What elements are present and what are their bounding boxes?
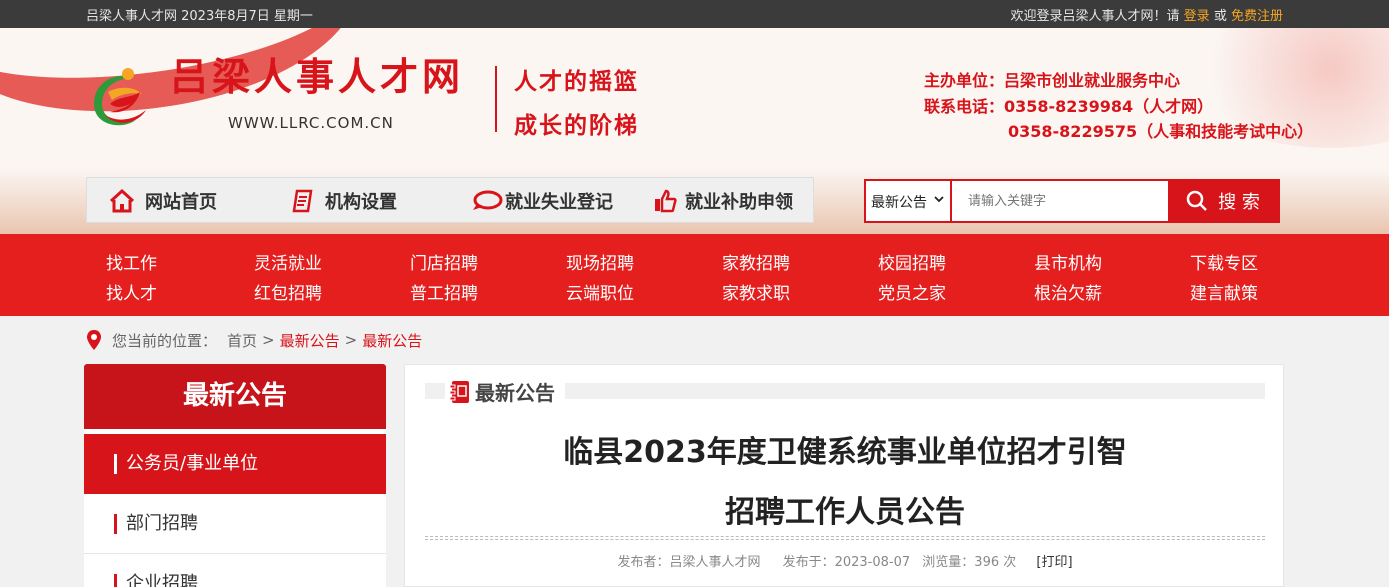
host-unit: 主办单位：吕梁市创业就业服务中心: [924, 71, 1181, 90]
nav-subsidy-application[interactable]: 就业补助申领: [653, 178, 793, 224]
search-input[interactable]: [954, 181, 1170, 221]
nav-general-worker-recruitment[interactable]: 普工招聘: [410, 279, 478, 304]
nav-party-members-home[interactable]: 党员之家: [878, 279, 946, 304]
print-link[interactable]: [打印]: [1036, 555, 1072, 570]
search-category-value: 最新公告: [871, 195, 927, 211]
nav-campus-recruitment[interactable]: 校园招聘: [878, 249, 946, 274]
nav-county-institutions[interactable]: 县市机构: [1034, 249, 1102, 274]
login-link[interactable]: 登录: [1184, 9, 1210, 24]
sidebar: 最新公告 公务员/事业单位 部门招聘 企业招聘: [84, 364, 386, 587]
nav-employment-registration-label: 就业失业登记: [505, 192, 613, 213]
sidebar-title: 最新公告: [84, 364, 386, 429]
nav-store-recruitment[interactable]: 门店招聘: [410, 249, 478, 274]
nav-organization[interactable]: 机构设置: [291, 178, 397, 224]
notebook-icon: [449, 380, 469, 403]
welcome-text: 欢迎登录吕梁人事人才网！请: [1010, 9, 1180, 24]
site-logo-icon[interactable]: [88, 64, 152, 130]
search-button[interactable]: 搜 索: [1168, 181, 1278, 221]
contact-phone-1: 联系电话：0358-8239984（人才网）: [924, 97, 1214, 116]
home-icon: [109, 189, 135, 213]
article-panel: 最新公告 临县2023年度卫健系统事业单位招才引智 招聘工作人员公告 发布者：吕…: [404, 364, 1284, 587]
article-title-line-2: 招聘工作人员公告: [725, 495, 965, 530]
site-url: WWW.LLRC.COM.CN: [228, 114, 394, 132]
site-date: 吕梁人事人才网 2023年8月7日 星期一: [86, 9, 313, 24]
sidebar-item-enterprise-recruitment[interactable]: 企业招聘: [84, 554, 386, 587]
nav-subsidy-application-label: 就业补助申领: [685, 192, 793, 213]
article-meta: 发布者：吕梁人事人才网 发布于：2023-08-07 浏览量：396 次 [打印…: [405, 551, 1285, 570]
article-views: 浏览量：396 次: [922, 555, 1017, 570]
sidebar-item-label: 公务员/事业单位: [126, 453, 259, 474]
section-title: 最新公告: [445, 377, 565, 406]
search-icon: [1186, 190, 1208, 211]
nav-find-job[interactable]: 找工作: [106, 249, 157, 274]
nav-onsite-recruitment[interactable]: 现场招聘: [566, 249, 634, 274]
nav-flexible-employment[interactable]: 灵活就业: [254, 249, 322, 274]
main-nav: 网站首页 机构设置 就业失业登记 就业补助申领: [86, 177, 814, 223]
location-pin-icon: [87, 330, 101, 350]
category-nav: 找工作 灵活就业 门店招聘 现场招聘 家教招聘 校园招聘 县市机构 下载专区 找…: [0, 234, 1389, 316]
sidebar-item-label: 企业招聘: [126, 573, 198, 587]
nav-tutor-job-seeking[interactable]: 家教求职: [722, 279, 790, 304]
breadcrumb-separator: >: [344, 331, 358, 349]
breadcrumb-home[interactable]: 首页: [227, 330, 257, 351]
nav-red-packet-recruitment[interactable]: 红包招聘: [254, 279, 322, 304]
nav-cloud-positions[interactable]: 云端职位: [566, 279, 634, 304]
article-title-line-1: 临县2023年度卫健系统事业单位招才引智: [563, 435, 1127, 470]
slogan-line-2: 成长的阶梯: [514, 112, 639, 139]
chat-icon: [473, 190, 503, 210]
breadcrumb-level-2[interactable]: 最新公告: [362, 330, 422, 351]
or-text: 或: [1213, 9, 1227, 24]
nav-organization-label: 机构设置: [325, 192, 397, 213]
sidebar-item-department-recruitment[interactable]: 部门招聘: [84, 494, 386, 554]
document-icon: [292, 189, 313, 213]
article-publisher: 发布者：吕梁人事人才网: [617, 555, 761, 570]
nav-tutor-recruitment[interactable]: 家教招聘: [722, 249, 790, 274]
section-title-label: 最新公告: [475, 381, 555, 405]
title-divider: [425, 536, 1265, 540]
chevron-down-icon: [934, 196, 944, 203]
article-date: 发布于：2023-08-07: [782, 555, 911, 570]
nav-find-talent[interactable]: 找人才: [106, 279, 157, 304]
sidebar-item-civil-service[interactable]: 公务员/事业单位: [84, 434, 386, 494]
breadcrumb-level-1[interactable]: 最新公告: [280, 330, 340, 351]
contact-phone-2: 0358-8229575（人事和技能考试中心）: [1008, 122, 1314, 141]
search-category-select[interactable]: 最新公告: [866, 181, 952, 221]
breadcrumb-prefix: 您当前的位置：: [112, 331, 218, 350]
nav-home-label: 网站首页: [145, 192, 217, 213]
search-button-label: 搜 索: [1218, 192, 1260, 213]
thumbs-up-icon: [655, 189, 677, 213]
sidebar-item-marker: [114, 454, 117, 474]
search-bar: 最新公告 搜 索: [864, 179, 1280, 223]
logo-divider: [495, 66, 497, 132]
nav-home[interactable]: 网站首页: [109, 178, 217, 224]
slogan-line-1: 人才的摇篮: [514, 68, 639, 95]
site-name[interactable]: 吕梁人事人才网: [170, 46, 464, 101]
sidebar-item-label: 部门招聘: [126, 513, 198, 534]
nav-suggestions[interactable]: 建言献策: [1190, 279, 1258, 304]
sidebar-item-marker: [114, 574, 117, 587]
register-link[interactable]: 免费注册: [1231, 9, 1283, 24]
login-prompt: 欢迎登录吕梁人事人才网！请 登录 或 免费注册: [1011, 5, 1283, 24]
top-bar: 吕梁人事人才网 2023年8月7日 星期一 欢迎登录吕梁人事人才网！请 登录 或…: [0, 0, 1389, 28]
sidebar-item-marker: [114, 514, 117, 534]
breadcrumb-separator: >: [262, 331, 275, 349]
breadcrumb: 您当前的位置： 首页 > 最新公告 > 最新公告: [86, 326, 422, 354]
nav-downloads[interactable]: 下载专区: [1190, 249, 1258, 274]
nav-employment-registration[interactable]: 就业失业登记: [471, 178, 613, 224]
nav-wage-arrears[interactable]: 根治欠薪: [1034, 279, 1102, 304]
